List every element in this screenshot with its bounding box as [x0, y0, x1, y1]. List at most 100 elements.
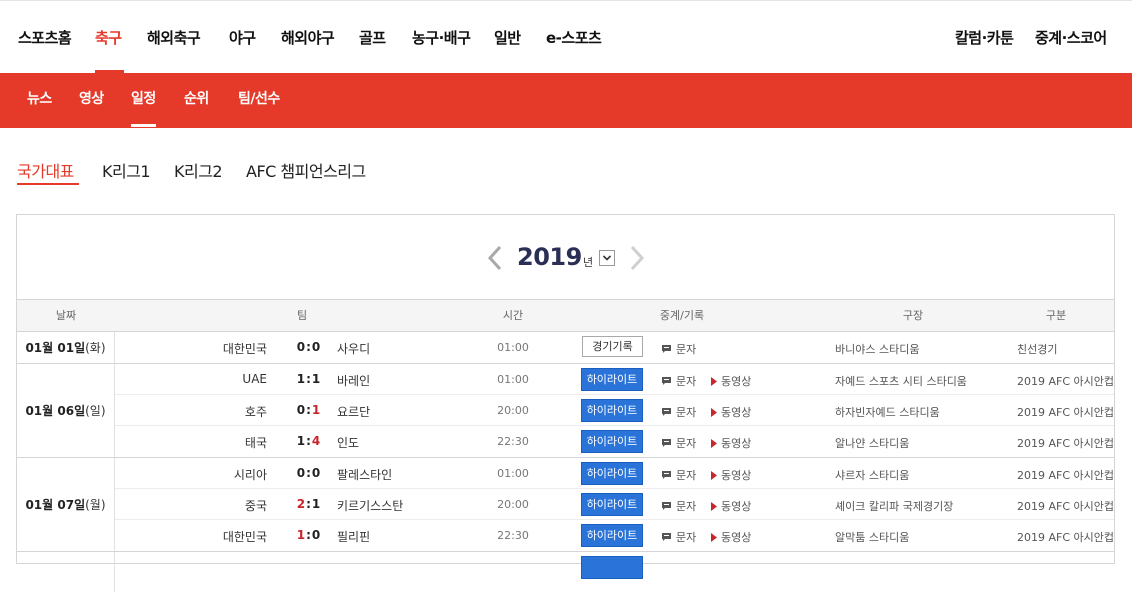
- home-team[interactable]: 대한민국: [223, 528, 267, 545]
- text-broadcast-link[interactable]: 문자: [661, 341, 696, 357]
- text-broadcast-link[interactable]: 문자: [661, 373, 696, 389]
- home-team[interactable]: 대한민국: [223, 340, 267, 357]
- previous-year-arrow-icon[interactable]: [485, 243, 505, 273]
- away-team[interactable]: 필리핀: [337, 528, 370, 545]
- text-broadcast-link[interactable]: 문자: [661, 467, 696, 483]
- match-score: 0:1: [296, 403, 322, 417]
- text-broadcast-link[interactable]: 문자: [661, 498, 696, 514]
- video-label: 동영상: [721, 406, 752, 419]
- tab-k-league2[interactable]: K리그2: [174, 158, 223, 182]
- right-nav-item-column-cartoon[interactable]: 칼럼·카툰: [955, 4, 1014, 73]
- away-score: 4: [311, 434, 322, 448]
- venue: 알막툼 스타디움: [835, 531, 910, 544]
- away-team[interactable]: 팔레스타인: [337, 466, 392, 483]
- video-link[interactable]: 동영상: [711, 529, 751, 545]
- home-score: 0: [296, 340, 307, 354]
- home-team[interactable]: 호주: [245, 403, 267, 420]
- table-row: 시리아 0:0 팔레스타인 01:00 하이라이트 문자 동영상 샤르자 스타디움 2019 A…: [115, 458, 1114, 489]
- main-nav-item-golf[interactable]: 골프: [359, 4, 386, 73]
- highlight-button[interactable]: 하이라이트: [581, 399, 643, 422]
- home-team[interactable]: 중국: [245, 497, 267, 514]
- away-team[interactable]: 요르단: [337, 403, 370, 420]
- chat-bubble-icon: [661, 376, 676, 386]
- main-nav-item-soccer[interactable]: 축구: [95, 4, 122, 73]
- tab-k-league1[interactable]: K리그1: [102, 158, 151, 182]
- date-group: [17, 552, 1114, 592]
- video-label: 동영상: [721, 469, 752, 482]
- date-cell: 01월 07일 (월): [17, 458, 115, 551]
- date-cell: 01월 01일 (화): [17, 332, 115, 363]
- match-score: 2:1: [296, 497, 322, 511]
- highlight-button[interactable]: 하이라이트: [581, 430, 643, 453]
- match-score: 1:0: [296, 528, 322, 542]
- video-link[interactable]: 동영상: [711, 373, 751, 389]
- text-broadcast-link[interactable]: 문자: [661, 404, 696, 420]
- video-link[interactable]: 동영상: [711, 435, 751, 451]
- date-weekday: (화): [85, 341, 106, 355]
- year-dropdown-chevron-down-icon[interactable]: [599, 250, 615, 266]
- header-team: 팀: [296, 309, 308, 322]
- table-header: 날짜 팀 시간 중계/기록 구장 구분: [17, 299, 1114, 332]
- schedule-board: 2019 년 날짜 팀 시간 중계/기록 구장 구분 01월 01일 (화) 대한민…: [16, 214, 1115, 592]
- text-broadcast-label: 문자: [676, 500, 697, 513]
- away-team[interactable]: 바레인: [337, 372, 370, 389]
- highlight-button[interactable]: 하이라이트: [581, 368, 643, 391]
- highlight-button[interactable]: 하이라이트: [581, 462, 643, 485]
- main-nav-item-sports-home[interactable]: 스포츠홈: [18, 4, 72, 73]
- away-team[interactable]: 사우디: [337, 340, 370, 357]
- main-nav-item-world-baseball[interactable]: 해외야구: [281, 4, 335, 73]
- home-team[interactable]: 시리아: [234, 466, 267, 483]
- text-broadcast-label: 문자: [676, 531, 697, 544]
- venue: 샤르자 스타디움: [835, 469, 910, 482]
- text-broadcast-link[interactable]: 문자: [661, 529, 696, 545]
- header-date: 날짜: [55, 309, 77, 322]
- play-icon: [711, 407, 721, 417]
- main-nav-item-baseball[interactable]: 야구: [229, 4, 256, 73]
- table-row: 호주 0:1 요르단 20:00 하이라이트 문자 동영상 하자빈자예드 스타디움 2019 A…: [115, 395, 1114, 426]
- video-link[interactable]: 동영상: [711, 498, 751, 514]
- away-team[interactable]: 인도: [337, 434, 359, 451]
- home-team[interactable]: 태국: [245, 434, 267, 451]
- text-broadcast-link[interactable]: 문자: [661, 435, 696, 451]
- sub-nav-active-indicator: [131, 124, 156, 127]
- category: 2019 AFC 아시안컵: [1017, 531, 1114, 544]
- date-cell: [17, 552, 115, 592]
- video-link[interactable]: 동영상: [711, 467, 751, 483]
- date-month-day: 01월 06일: [25, 404, 86, 418]
- sub-nav-item-schedule[interactable]: 일정: [131, 73, 156, 128]
- sub-nav-item-news[interactable]: 뉴스: [27, 73, 52, 128]
- away-team[interactable]: 키르기스스탄: [337, 497, 403, 514]
- next-year-arrow-icon[interactable]: [627, 243, 647, 273]
- home-score: 0: [296, 403, 307, 417]
- sub-nav-item-team-player[interactable]: 팀/선수: [238, 73, 280, 128]
- date-weekday: (일): [85, 404, 106, 418]
- video-link[interactable]: 동영상: [711, 404, 751, 420]
- main-nav: 스포츠홈 축구 해외축구 야구 해외야구 골프 농구·배구 일반 e-스포츠 칼…: [0, 4, 1132, 73]
- main-nav-item-general[interactable]: 일반: [494, 4, 521, 73]
- header-broadcast: 중계/기록: [659, 309, 705, 322]
- main-nav-item-basketball-volleyball[interactable]: 농구·배구: [412, 4, 471, 73]
- main-nav-item-world-soccer[interactable]: 해외축구: [147, 4, 201, 73]
- chat-bubble-icon: [661, 344, 676, 354]
- tab-national-team[interactable]: 국가대표: [17, 158, 74, 182]
- home-team[interactable]: UAE: [242, 372, 267, 386]
- highlight-button[interactable]: [581, 556, 643, 579]
- table-row: 대한민국 1:0 필리핀 22:30 하이라이트 문자 동영상 알막툼 스타디움 2019 AF…: [115, 520, 1114, 551]
- table-row: 대한민국 0:0 사우디 01:00 경기기록 문자 바니야스 스타디움 친선경기: [115, 332, 1114, 363]
- video-label: 동영상: [721, 437, 752, 450]
- highlight-button[interactable]: 하이라이트: [581, 524, 643, 547]
- home-score: 2: [296, 497, 307, 511]
- match-score: 0:0: [296, 340, 322, 354]
- sub-nav-item-ranking[interactable]: 순위: [184, 73, 209, 128]
- tab-afc-champions-league[interactable]: AFC 챔피언스리그: [246, 158, 366, 182]
- highlight-button[interactable]: 하이라이트: [581, 493, 643, 516]
- venue: 자예드 스포츠 시티 스타디움: [835, 375, 967, 388]
- venue: 바니야스 스타디움: [835, 343, 920, 356]
- right-nav-item-live-score[interactable]: 중계·스코어: [1035, 4, 1107, 73]
- match-score: 1:4: [296, 434, 322, 448]
- match-time: 22:30: [497, 435, 529, 448]
- main-nav-item-esports[interactable]: e-스포츠: [546, 4, 602, 73]
- match-record-button[interactable]: 경기기록: [582, 336, 643, 357]
- year-value: 2019: [517, 243, 582, 271]
- sub-nav-item-video[interactable]: 영상: [79, 73, 104, 128]
